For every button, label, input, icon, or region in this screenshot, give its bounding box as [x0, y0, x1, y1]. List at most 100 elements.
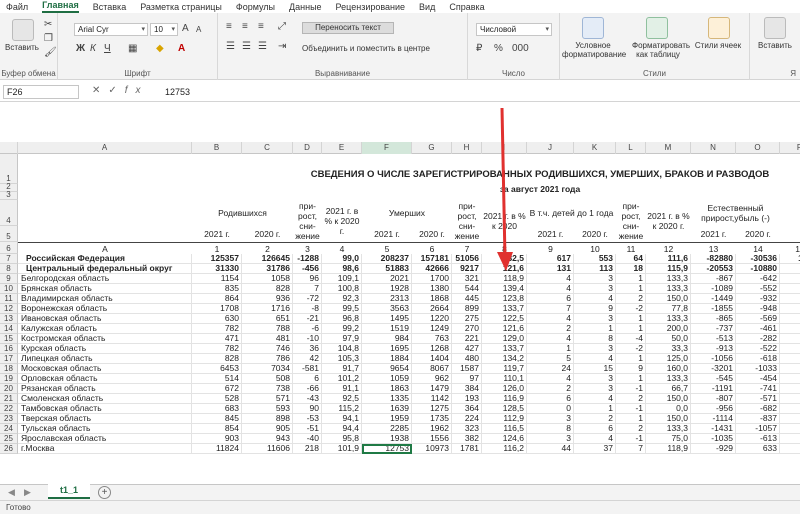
data-cell[interactable]: 100,8 [322, 284, 362, 294]
row-number[interactable]: 7 [0, 254, 18, 264]
data-cell[interactable]: 125,0 [646, 354, 691, 364]
data-cell[interactable]: -43 [293, 394, 322, 404]
data-cell[interactable]: -642 [736, 274, 780, 284]
data-cell[interactable]: 7 [780, 364, 800, 374]
data-cell[interactable]: 126,0 [482, 384, 527, 394]
data-cell[interactable]: -1057 [736, 424, 780, 434]
row-number[interactable]: 12 [0, 304, 18, 314]
data-cell[interactable]: -1449 [691, 294, 736, 304]
data-cell[interactable]: 323 [452, 424, 482, 434]
data-cell[interactable] [780, 314, 800, 324]
row-number[interactable]: 10 [0, 284, 18, 294]
data-cell[interactable]: -948 [736, 304, 780, 314]
data-cell[interactable]: 91,1 [322, 384, 362, 394]
data-cell[interactable]: 50,0 [646, 334, 691, 344]
data-cell[interactable]: 3 [574, 274, 616, 284]
row-number[interactable]: 17 [0, 354, 18, 364]
region-name-cell[interactable]: Курская область [18, 344, 192, 354]
data-cell[interactable] [780, 394, 800, 404]
merge-center-button[interactable]: Объединить и поместить в центре [302, 44, 452, 53]
data-cell[interactable]: 553 [574, 254, 616, 264]
column-header[interactable]: M [646, 142, 691, 154]
menu-tab[interactable]: Формулы [236, 2, 275, 12]
format-painter-icon[interactable]: 🖌 [44, 47, 57, 59]
row-number[interactable]: 25 [0, 434, 18, 444]
copy-icon[interactable]: ❐ [44, 33, 53, 45]
data-cell[interactable]: 4 [527, 274, 574, 284]
fx-icon[interactable]: fx [125, 85, 149, 96]
data-cell[interactable]: 97 [452, 374, 482, 384]
menu-tab[interactable]: Разметка страницы [140, 2, 222, 12]
data-cell[interactable]: 3 [574, 374, 616, 384]
data-cell[interactable]: 480 [452, 354, 482, 364]
data-cell[interactable]: -569 [736, 314, 780, 324]
data-cell[interactable]: 118,9 [482, 274, 527, 284]
borders-icon[interactable]: ▦ [128, 43, 137, 55]
data-cell[interactable]: -6 [293, 324, 322, 334]
data-cell[interactable]: 651 [242, 314, 293, 324]
data-cell[interactable]: -837 [736, 414, 780, 424]
data-cell[interactable]: 1863 [362, 384, 412, 394]
data-cell[interactable]: 481 [242, 334, 293, 344]
insert-cells-button[interactable]: Вставить [752, 41, 798, 50]
cell-styles-icon[interactable] [708, 17, 730, 39]
data-cell[interactable]: 119,7 [482, 364, 527, 374]
data-cell[interactable]: 111,6 [646, 254, 691, 264]
data-cell[interactable]: 91,7 [322, 364, 362, 374]
data-cell[interactable]: 593 [242, 404, 293, 414]
data-cell[interactable]: -1056 [691, 354, 736, 364]
data-cell[interactable]: 864 [192, 294, 242, 304]
bold-icon[interactable]: Ж [76, 43, 85, 55]
data-cell[interactable]: 1495 [362, 314, 412, 324]
data-cell[interactable]: 1249 [412, 324, 452, 334]
data-cell[interactable]: 2021 [362, 274, 412, 284]
data-cell[interactable]: 66,7 [646, 384, 691, 394]
column-header[interactable]: G [412, 142, 452, 154]
row-number[interactable]: 4 [0, 200, 18, 226]
data-cell[interactable]: 110,1 [482, 374, 527, 384]
region-name-cell[interactable]: Орловская область [18, 374, 192, 384]
data-cell[interactable] [780, 354, 800, 364]
column-header[interactable]: C [242, 142, 293, 154]
cut-icon[interactable]: ✂ [44, 19, 52, 31]
data-cell[interactable]: -40 [293, 434, 322, 444]
data-cell[interactable]: 898 [242, 414, 293, 424]
conditional-format-icon[interactable] [582, 17, 604, 39]
data-cell[interactable]: 115,2 [322, 404, 362, 414]
data-cell[interactable]: 94,4 [322, 424, 362, 434]
cell-styles-button[interactable]: Стили ячеек [692, 41, 744, 50]
data-cell[interactable]: 118,9 [646, 444, 691, 454]
data-cell[interactable]: 122,5 [482, 314, 527, 324]
data-cell[interactable]: 0 [527, 404, 574, 414]
menu-tab[interactable]: Справка [449, 2, 484, 12]
data-cell[interactable]: -2 [616, 304, 646, 314]
data-cell[interactable]: 3563 [362, 304, 412, 314]
data-cell[interactable]: 445 [452, 294, 482, 304]
data-cell[interactable]: 1 [780, 284, 800, 294]
data-cell[interactable] [780, 344, 800, 354]
data-cell[interactable]: -737 [691, 324, 736, 334]
region-name-cell[interactable]: Тверская область [18, 414, 192, 424]
column-header[interactable]: E [322, 142, 362, 154]
data-cell[interactable]: 1 [616, 354, 646, 364]
data-cell[interactable]: 471 [192, 334, 242, 344]
name-box[interactable]: F26 [3, 85, 79, 99]
data-cell[interactable]: 854 [192, 424, 242, 434]
data-cell[interactable]: 112,9 [482, 414, 527, 424]
column-header[interactable]: L [616, 142, 646, 154]
data-cell[interactable]: 943 [242, 434, 293, 444]
data-cell[interactable]: -53 [293, 414, 322, 424]
data-cell[interactable]: -454 [736, 374, 780, 384]
data-cell[interactable]: 132,5 [482, 254, 527, 264]
data-cell[interactable]: 1335 [362, 394, 412, 404]
data-cell[interactable]: 116,2 [482, 444, 527, 454]
data-cell[interactable]: -741 [736, 384, 780, 394]
data-cell[interactable]: 224 [452, 414, 482, 424]
format-table-button[interactable]: Форматировать как таблицу [632, 41, 690, 59]
data-cell[interactable]: -10 [293, 334, 322, 344]
data-cell[interactable]: 36 [293, 344, 322, 354]
data-cell[interactable]: 101,2 [322, 374, 362, 384]
data-cell[interactable]: 160,0 [646, 364, 691, 374]
row-number[interactable]: 22 [0, 404, 18, 414]
data-cell[interactable]: 3 [574, 344, 616, 354]
